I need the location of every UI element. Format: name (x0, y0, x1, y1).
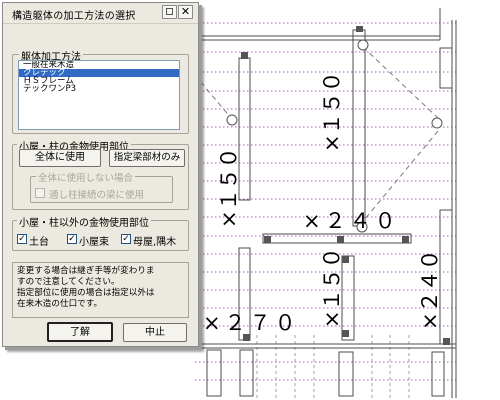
method-item-4[interactable]: テックワンP3 (19, 85, 179, 94)
method-listbox[interactable]: 一般在来木造 クレテック ＨＳフレーム テックワンP3 (18, 60, 180, 130)
purlin-hip-checkbox[interactable]: ✓ (121, 234, 131, 244)
cancel-button[interactable]: 中止 (123, 323, 187, 342)
dialog-titlebar[interactable]: 構造躯体の加工方法の選択 ✕ (3, 3, 198, 24)
roof-strut-label: 小屋束 (79, 237, 109, 248)
process-method-dialog: 構造躯体の加工方法の選択 ✕ 躯体加工方法 一般在来木造 クレテック ＨＳフレー… (2, 2, 199, 347)
close-button[interactable]: ✕ (178, 5, 193, 19)
notice-message: 変更する場合は継ぎ手等が変わりま すので注意してください。 指定部位に使用の場合… (12, 262, 189, 318)
close-icon: ✕ (180, 5, 191, 18)
other-parts-group-legend: 小屋・柱以外の金物使用部位 (17, 214, 151, 229)
not-all-subgroup-legend: 全体に使用しない場合 (36, 170, 136, 184)
dimension-label-1: ×１５０ (217, 147, 241, 228)
dimension-label-5: ×２４０ (418, 249, 442, 330)
use-all-button[interactable]: 全体に使用 (19, 149, 101, 167)
notice-line-1: 変更する場合は継ぎ手等が変わりま (17, 266, 155, 276)
through-column-beam-checkbox[interactable] (35, 188, 45, 198)
dimension-label-4: ×１５０ (320, 247, 344, 328)
dimension-label-2: ×１５０ (320, 71, 344, 152)
notice-line-3: 指定部位に使用の場合は指定以外は (17, 288, 155, 298)
dimension-label-3: ×２４０ (303, 209, 400, 233)
notice-line-4: 在来木造の仕口です。 (17, 299, 103, 309)
dialog-title: 構造躯体の加工方法の選択 (12, 11, 136, 22)
dimension-label-6: ×２７０ (203, 311, 300, 335)
sill-checkbox[interactable]: ✓ (17, 234, 27, 244)
help-button[interactable] (162, 5, 177, 19)
check-icon: ✓ (18, 234, 26, 244)
notice-line-2: すので注意してください。 (17, 277, 120, 287)
check-icon: ✓ (122, 234, 130, 244)
specified-members-button[interactable]: 指定梁部材のみ (109, 149, 185, 167)
check-icon: ✓ (68, 234, 76, 244)
sill-label: 土台 (29, 237, 49, 248)
ok-button[interactable]: 了解 (47, 322, 113, 342)
roof-strut-checkbox[interactable]: ✓ (67, 234, 77, 244)
purlin-hip-label: 母屋,隅木 (133, 237, 177, 248)
through-column-beam-label: 通し柱接続の梁に使用 (49, 190, 145, 201)
